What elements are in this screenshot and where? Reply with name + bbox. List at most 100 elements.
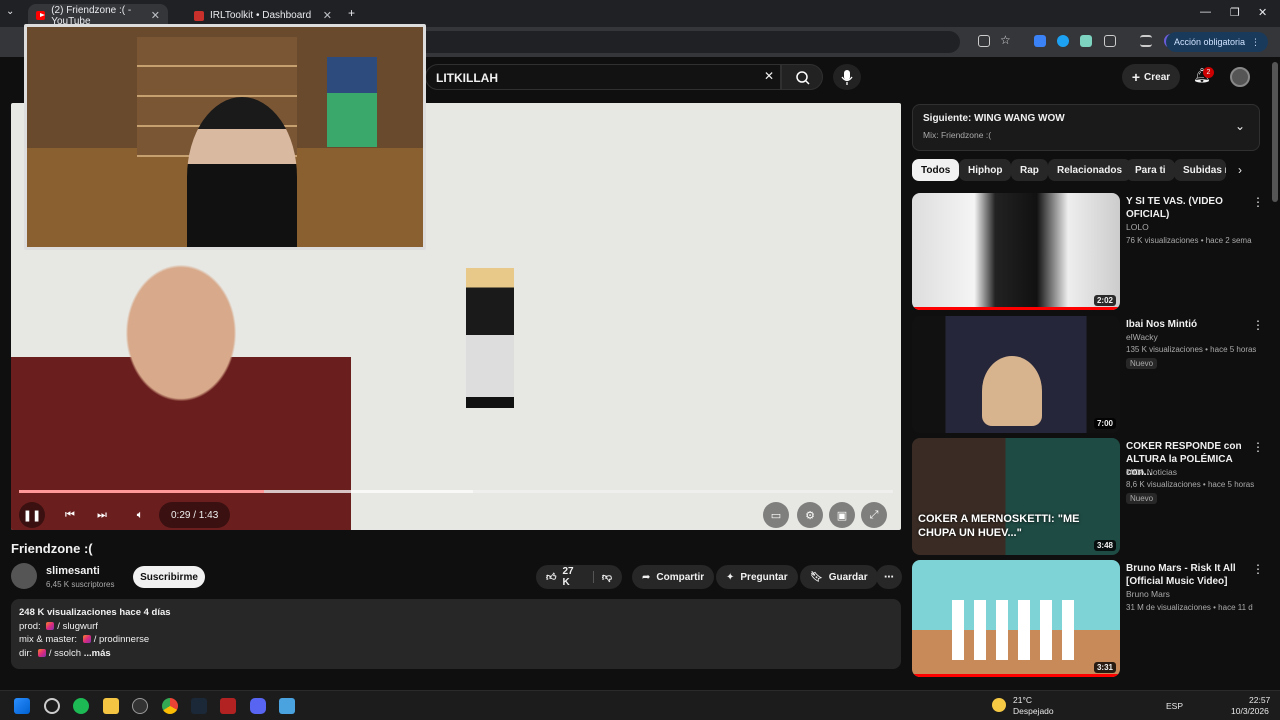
action-required-chip[interactable]: Acción obligatoria ⋮ [1165, 32, 1268, 52]
chevron-right-icon[interactable]: › [1238, 163, 1242, 177]
thumbnail[interactable]: COKER A MERNOSKETTI: "ME CHUPA UN HUEV..… [912, 438, 1120, 555]
fullscreen-button[interactable]: ⤢ [861, 502, 887, 528]
page-scrollbar[interactable] [1272, 62, 1278, 202]
chevron-down-icon[interactable]: ⌄ [1235, 119, 1245, 133]
chip-todos[interactable]: Todos [912, 159, 960, 181]
channel-name[interactable]: slimesanti [46, 565, 100, 577]
tab-search-icon[interactable]: ⌄ [6, 6, 14, 17]
ask-button[interactable]: ✦ Preguntar [716, 565, 798, 589]
description-line: prod: / slugwurf [19, 620, 98, 632]
thumbnail[interactable]: 3:31 [912, 560, 1120, 677]
extension-icon[interactable] [1034, 35, 1046, 47]
new-badge: Nuevo [1126, 493, 1158, 504]
thumbs-down-icon[interactable]: 👎︎ [592, 571, 612, 583]
recommendation-card[interactable]: COKER A MERNOSKETTI: "ME CHUPA UN HUEV..… [912, 438, 1272, 556]
video-card-channel[interactable]: MDA Noticias [1126, 467, 1177, 477]
kebab-menu-icon[interactable]: ⋮ [1252, 440, 1264, 454]
like-button[interactable]: 👍︎ 27 K 👎︎ [536, 565, 622, 589]
app-icon[interactable] [220, 698, 236, 714]
video-card-channel[interactable]: LOLO [1126, 222, 1149, 232]
maximize-icon[interactable]: ❐ [1230, 6, 1240, 19]
previous-button[interactable]: ⏮︎ [57, 502, 83, 528]
clear-search-icon[interactable]: ✕ [764, 69, 774, 83]
search-input[interactable]: LITKILLAH [425, 64, 781, 90]
chip-para-ti[interactable]: Para ti [1126, 159, 1175, 181]
app-icon[interactable] [279, 698, 295, 714]
notification-count-badge: 2 [1203, 67, 1214, 78]
search-icon [796, 71, 810, 85]
video-card-title[interactable]: Y SI TE VAS. (VIDEO OFICIAL) [1126, 195, 1250, 221]
search-button[interactable] [781, 64, 823, 90]
spotify-icon[interactable] [73, 698, 89, 714]
video-card-channel[interactable]: Bruno Mars [1126, 589, 1170, 599]
streamer-figure [187, 97, 297, 247]
description-box[interactable]: 248 K visualizaciones hace 4 días prod: … [11, 599, 901, 669]
close-tab-icon[interactable]: ✕ [323, 9, 332, 22]
share-button[interactable]: ➦ Compartir [632, 565, 715, 589]
recommendation-card[interactable]: 7:00 Ibai Nos Mintió elWacky 135 K visua… [912, 316, 1272, 434]
watched-bar [912, 674, 1120, 677]
kebab-menu-icon[interactable]: ⋮ [1252, 318, 1264, 332]
tab-title: IRLToolkit • Dashboard [210, 10, 312, 21]
reading-list-icon[interactable] [1140, 35, 1152, 47]
video-card-title[interactable]: Ibai Nos Mintió [1126, 318, 1250, 331]
video-frame-dancer [466, 268, 514, 408]
puzzle-icon[interactable] [1104, 35, 1116, 47]
thumbnail[interactable]: 2:02 [912, 193, 1120, 310]
extension-icon[interactable] [1080, 35, 1092, 47]
windows-start-icon[interactable] [14, 698, 30, 714]
miniplayer-icon: ▣ [836, 509, 848, 522]
chip-rap[interactable]: Rap [1011, 159, 1048, 181]
minecraft-figure [327, 57, 377, 147]
video-card-title[interactable]: Bruno Mars - Risk It All [Official Music… [1126, 562, 1250, 588]
view-stats: 248 K visualizaciones hace 4 días [19, 607, 171, 618]
voice-search-button[interactable] [833, 64, 861, 90]
account-avatar[interactable] [1230, 67, 1250, 87]
kebab-menu-icon[interactable]: ⋮ [1252, 562, 1264, 576]
close-window-icon[interactable]: ✕ [1258, 6, 1267, 19]
thumbnail[interactable]: 7:00 [912, 316, 1120, 433]
weather-temp: 21°C [1013, 695, 1032, 705]
4k-app-icon[interactable] [132, 698, 148, 714]
file-explorer-icon[interactable] [103, 698, 119, 714]
star-icon[interactable]: ☆ [1000, 33, 1011, 47]
new-tab-icon[interactable]: + [348, 6, 355, 20]
steam-icon[interactable] [191, 698, 207, 714]
extension-icon[interactable] [1057, 35, 1069, 47]
pause-icon: ❚❚ [22, 509, 42, 522]
duration-badge: 3:48 [1093, 540, 1116, 551]
progress-bar[interactable] [19, 490, 893, 493]
show-more-link[interactable]: ...más [84, 648, 111, 659]
recommendation-card[interactable]: 2:02 Y SI TE VAS. (VIDEO OFICIAL) LOLO 7… [912, 193, 1272, 311]
subscribe-button[interactable]: Suscribirme [133, 566, 205, 588]
video-title: Friendzone :( [11, 541, 93, 556]
save-button[interactable]: 🔖︎ Guardar [800, 565, 878, 589]
discord-icon[interactable] [250, 698, 266, 714]
settings-button[interactable]: ⚙︎ [797, 502, 823, 528]
kebab-menu-icon[interactable]: ⋮ [1252, 195, 1264, 209]
description-line: dir: / ssolch ...más [19, 647, 111, 659]
language-indicator[interactable]: ESP [1166, 701, 1183, 711]
chrome-icon[interactable] [162, 698, 178, 714]
create-button[interactable]: + Crear [1122, 64, 1180, 90]
up-next-panel[interactable]: Siguiente: WING WANG WOW Mix: Friendzone… [912, 104, 1260, 151]
clock-time[interactable]: 22:57 [1249, 695, 1270, 705]
subtitles-button[interactable]: ▭ [763, 502, 789, 528]
chip-relacionados[interactable]: Relacionados [1048, 159, 1132, 181]
install-icon[interactable] [978, 35, 990, 47]
new-badge: Nuevo [1126, 358, 1158, 369]
more-actions-button[interactable]: ⋯ [876, 565, 902, 589]
recommendation-card[interactable]: 3:31 Bruno Mars - Risk It All [Official … [912, 560, 1272, 678]
app-icon[interactable] [44, 698, 60, 714]
pause-button[interactable]: ❚❚ [19, 502, 45, 528]
video-card-channel[interactable]: elWacky [1126, 332, 1158, 342]
close-tab-icon[interactable]: ✕ [151, 9, 160, 22]
channel-avatar[interactable] [11, 563, 37, 589]
clock-date[interactable]: 10/3/2026 [1231, 706, 1269, 716]
next-button[interactable]: ⏭︎ [89, 502, 115, 528]
minimize-icon[interactable]: — [1200, 6, 1211, 18]
chip-hiphop[interactable]: Hiphop [959, 159, 1012, 181]
chip-subidas[interactable]: Subidas re [1174, 159, 1226, 181]
miniplayer-button[interactable]: ▣ [829, 502, 855, 528]
volume-button[interactable]: 🔈︎ [127, 502, 153, 528]
